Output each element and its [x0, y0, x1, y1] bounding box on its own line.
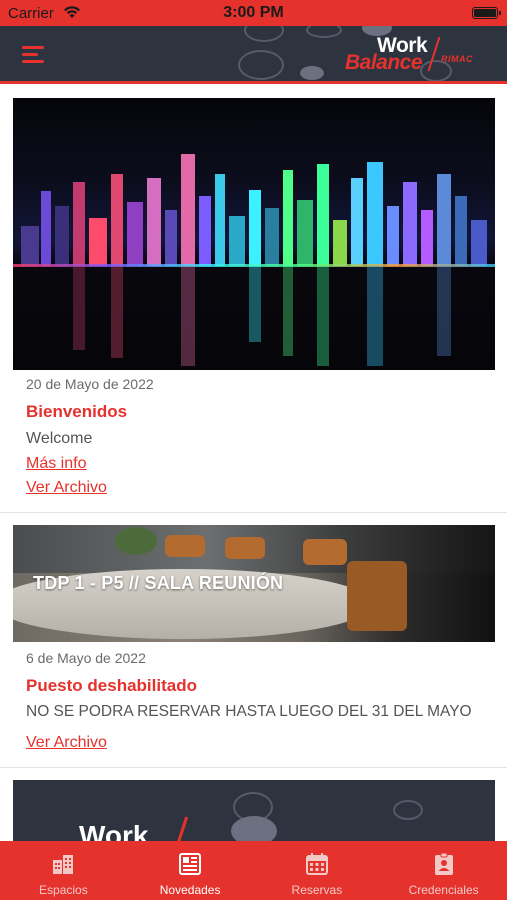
news-card: 20 de Mayo de 2022 Bienvenidos Welcome M…: [0, 87, 507, 513]
meeting-room-image[interactable]: TDP 1 - P5 // SALA REUNIÓN: [13, 525, 495, 642]
image-caption: TDP 1 - P5 // SALA REUNIÓN: [33, 573, 284, 593]
decorative-blob: [238, 50, 284, 80]
decorative-blob: [306, 26, 342, 38]
tab-label: Credenciales: [408, 883, 479, 897]
decorative-blob: [300, 66, 324, 80]
clock-label: 3:00 PM: [223, 4, 284, 21]
city-skyline-image[interactable]: [13, 98, 495, 370]
view-file-link[interactable]: Ver Archivo: [26, 479, 107, 497]
view-file-link[interactable]: Ver Archivo: [26, 734, 107, 752]
tab-espacios[interactable]: Espacios: [0, 841, 127, 900]
post-date: 6 de Mayo de 2022: [26, 650, 146, 666]
skyline-reflection: [13, 266, 495, 370]
tab-label: Espacios: [39, 883, 88, 897]
post-title: Bienvenidos: [26, 402, 128, 421]
tab-label: Novedades: [159, 883, 221, 897]
hamburger-menu-icon[interactable]: [22, 46, 44, 64]
news-card: TDP 1 - P5 // SALA REUNIÓN 6 de Mayo de …: [0, 513, 507, 768]
logo-balance-text: Balance: [345, 51, 423, 74]
logo-slash: [427, 36, 441, 72]
news-feed[interactable]: 20 de Mayo de 2022 Bienvenidos Welcome M…: [0, 87, 507, 841]
tab-label: Reservas: [291, 883, 343, 897]
post-description: Welcome: [26, 430, 93, 447]
room-chair: [347, 561, 407, 631]
post-title: Puesto deshabilitado: [26, 676, 197, 695]
tab-credenciales[interactable]: Credenciales: [380, 841, 507, 900]
room-chair: [225, 537, 265, 559]
app-screen: Carrier 3:00 PM Work Balance RIMAC 20 de…: [0, 0, 507, 900]
badge-icon: [434, 852, 453, 875]
bottom-tab-bar: Espacios Novedades Reservas Credenciales: [0, 841, 507, 900]
card-body: 6 de Mayo de 2022 Puesto deshabilitado N…: [0, 642, 507, 767]
status-bar: Carrier 3:00 PM: [0, 0, 507, 26]
tab-novedades[interactable]: Novedades: [127, 841, 254, 900]
decorative-blob: [231, 816, 277, 841]
room-chair: [303, 539, 347, 565]
battery-icon: [472, 7, 501, 19]
buildings-icon: [53, 855, 74, 874]
banner-slash: [172, 816, 189, 841]
tab-reservas[interactable]: Reservas: [254, 841, 381, 900]
calendar-icon: [305, 853, 328, 875]
post-description: NO SE PODRA RESERVAR HASTA LUEGO DEL 31 …: [26, 703, 472, 720]
more-info-link[interactable]: Más info: [26, 455, 86, 473]
post-date: 20 de Mayo de 2022: [26, 376, 154, 392]
newspaper-icon: [179, 853, 202, 875]
app-header: Work Balance RIMAC: [0, 26, 507, 84]
banner-work-text: Work: [79, 820, 149, 841]
skyline-buildings: [13, 136, 495, 266]
decorative-blob: [393, 800, 423, 820]
logo-rimac-text: RIMAC: [441, 54, 473, 64]
room-plant: [115, 527, 157, 555]
news-card: Work: [0, 768, 507, 841]
card-body: 20 de Mayo de 2022 Bienvenidos Welcome M…: [0, 370, 507, 512]
decorative-blob: [244, 26, 284, 42]
work-balance-banner[interactable]: Work: [13, 780, 495, 841]
work-balance-logo: Work Balance RIMAC: [345, 34, 485, 76]
room-chair: [165, 535, 205, 557]
